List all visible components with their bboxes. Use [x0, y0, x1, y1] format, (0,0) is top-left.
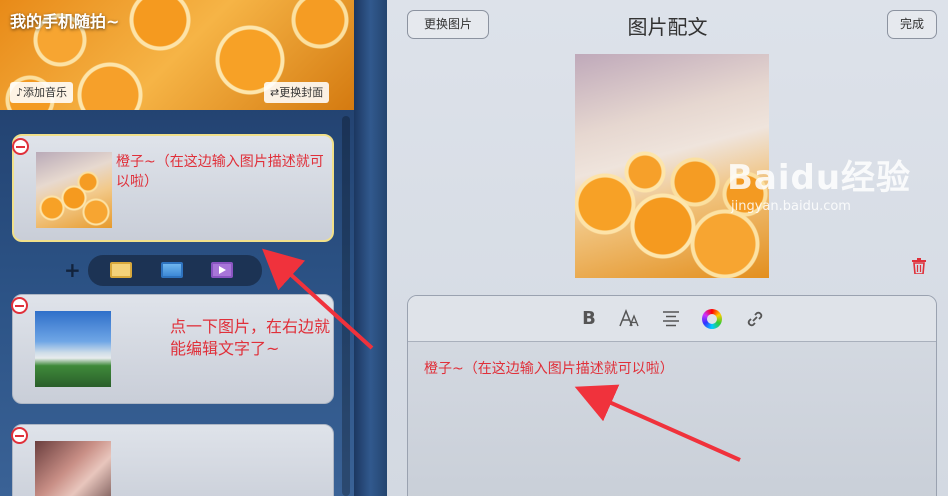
album-title[interactable]: 我的手机随拍~: [10, 8, 119, 32]
link-icon[interactable]: [744, 308, 766, 330]
watermark-url: jingyan.baidu.com: [731, 199, 851, 214]
watermark-main: Baidu经验: [727, 158, 912, 198]
trash-icon[interactable]: [912, 258, 926, 274]
photo-thumbnail[interactable]: [36, 152, 112, 228]
change-cover-button[interactable]: ⇄更换封面: [264, 82, 330, 103]
plus-icon[interactable]: +: [64, 258, 81, 282]
done-button[interactable]: 完成: [887, 10, 937, 39]
font-size-icon[interactable]: [618, 308, 640, 330]
bold-icon[interactable]: B: [578, 308, 600, 330]
scrollbar[interactable]: [342, 116, 350, 496]
remove-icon[interactable]: [12, 138, 29, 155]
photo-thumbnail[interactable]: [35, 311, 111, 387]
photo-card[interactable]: [11, 424, 334, 496]
color-icon[interactable]: [702, 309, 722, 329]
album-panel: 我的手机随拍~ ♪添加音乐 ⇄更换封面 橙子~（在这边输入图片描述就可以啦） +…: [0, 0, 354, 496]
remove-icon[interactable]: [11, 427, 28, 444]
tutorial-annotation: 点一下图片，在右边就能编辑文字了~: [170, 317, 331, 358]
photo-caption[interactable]: 橙子~（在这边输入图片描述就可以啦）: [116, 152, 326, 192]
add-music-button[interactable]: ♪添加音乐: [10, 82, 74, 103]
caption-text[interactable]: 橙子~（在这边输入图片描述就可以啦）: [424, 358, 674, 378]
image-icon[interactable]: [161, 262, 183, 278]
video-icon[interactable]: [211, 262, 233, 278]
photo-thumbnail[interactable]: [35, 441, 111, 496]
baidu-watermark: Baidu经验 jingyan.baidu.com: [727, 150, 911, 214]
caption-editor[interactable]: B 橙子~（在这边输入图片描述就可以啦）: [407, 295, 937, 496]
page-title: 图片配文: [627, 15, 708, 39]
photo-card[interactable]: 橙子~（在这边输入图片描述就可以啦）: [12, 134, 334, 242]
remove-icon[interactable]: [11, 297, 28, 314]
text-icon[interactable]: [110, 262, 132, 278]
align-icon[interactable]: [660, 308, 682, 330]
caption-editor-panel: 更换图片 图片配文 完成 B 橙子~（在这边输入图片描述就可以啦） Baidu经…: [387, 0, 948, 496]
panel-divider: [354, 0, 387, 496]
format-toolbar: B: [408, 296, 936, 342]
